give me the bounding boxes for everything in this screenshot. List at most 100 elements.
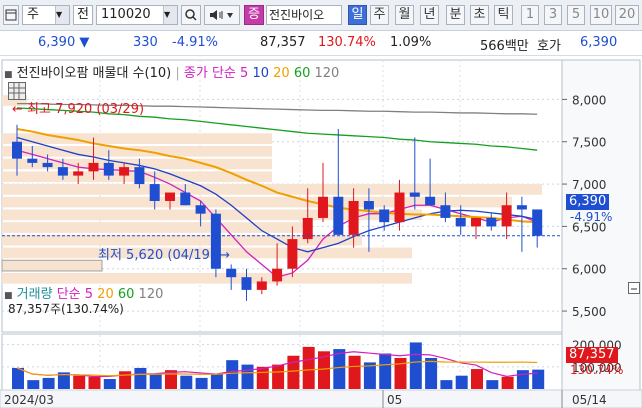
current-volume-pct-marker: 130.74% [570,363,624,377]
candle-body [318,196,328,218]
low-price-label: 최저 5,620 (04/19) → [98,248,231,263]
volume-bar [455,375,468,389]
period-month-button[interactable]: 월 [395,5,414,25]
interval-20-button[interactable]: 20 [615,5,639,25]
volume-bar [425,357,438,389]
volume-bar [88,376,101,389]
candle-body [73,171,84,176]
candle-body [394,192,405,223]
speaker-icon[interactable] [204,5,240,25]
volume-profile-band [2,196,512,208]
volume-bar [287,355,300,389]
mode-button[interactable]: 전 [73,5,93,25]
interval-1-button[interactable]: 1 [521,5,539,25]
period-year-button[interactable]: 년 [420,5,439,25]
ma20-label[interactable]: 20 [273,66,290,81]
market-type-select[interactable]: 주 ▼ [22,5,70,25]
volume-bar [379,353,392,389]
price-change-pct: -4.91% [172,35,218,50]
candle-body [440,205,451,218]
related-button[interactable]: 증 [244,5,264,25]
candle-body [455,217,466,227]
chevron-down-icon: ▼ [55,6,69,24]
volume-bar [103,379,116,389]
volume-bar [409,342,422,389]
candle-body [27,158,38,163]
volume-profile-band [2,222,302,233]
candle-body [134,167,145,185]
candle-body [241,277,252,290]
volume-bar [302,346,315,389]
candle-body [119,167,130,176]
price-panel-legend: ■ 전진바이오팜 매물대 수(10) | 종가 단순 5 10 20 60 12… [4,62,339,81]
period-minute-button[interactable]: 분 [446,5,465,25]
current-price: 6,390 ▼ [38,35,90,50]
period-week-button[interactable]: 주 [370,5,389,25]
legend-divider: | [175,66,180,81]
volume-bar [272,364,285,389]
ma10-label[interactable]: 10 [252,66,269,81]
volume-summary: 87,357주(130.74%) [8,302,124,316]
panel-square-icon: ■ [4,70,13,80]
candle-body [195,205,206,214]
volume-bar [195,377,208,389]
turnover-rate: 1.09% [390,35,432,50]
candle-body [287,239,298,269]
volume-bar [501,376,514,389]
candle-body [425,196,436,206]
interval-3-button[interactable]: 3 [544,5,562,25]
candle-body [88,162,99,172]
current-volume-marker: 87,357 [566,347,618,363]
volume-bar [516,370,529,389]
quote-price: 6,390 [580,35,618,50]
search-icon[interactable] [181,5,201,25]
current-price-marker: 6,390 [566,194,610,210]
volume-bar [119,371,132,389]
date-label-mid: 05 [387,393,402,407]
window-icon[interactable] [3,5,19,25]
candle-body [379,209,390,223]
quote-info-bar: 6,390 ▼ 330 -4.91% 87,357 130.74% 1.09% … [0,31,642,56]
ma120-label[interactable]: 120 [315,66,340,81]
panel-collapse-icon[interactable] [628,282,640,294]
code-input[interactable]: 110020 ▼ [96,5,178,25]
period-tick-button[interactable]: 틱 [494,5,513,25]
trade-amount: 566백만 [480,39,529,54]
price-panel-title[interactable]: 전진바이오팜 매물대 수(10) [17,66,172,81]
candle-body [471,217,481,227]
ma-label: 종가 단순 5 [184,66,248,81]
volume-bar [440,380,453,389]
stock-name-field[interactable]: 전진바이오 [266,5,342,25]
ma60-label[interactable]: 60 [294,66,311,81]
volume-bar [149,373,162,389]
interval-5-button[interactable]: 5 [567,5,585,25]
market-type-label: 주 [27,7,39,22]
chevron-down-icon: ▼ [163,6,177,24]
volume-profile-band [2,145,272,157]
volume-bar [73,375,86,389]
vol-ma120-label[interactable]: 120 [139,287,164,302]
period-second-button[interactable]: 초 [470,5,489,25]
ma5-label[interactable]: 5 [240,66,248,81]
candle-body [272,268,283,282]
candle-body [348,201,359,235]
ma-label-text: 종가 단순 [183,66,236,81]
price-tick-label: 7,000 [572,178,606,192]
volume-bar [180,375,193,389]
interval-10-button[interactable]: 10 [590,5,612,25]
period-day-button[interactable]: 일 [348,5,367,25]
high-price-label: ← 최고 7,920 (03/29) [12,102,145,117]
volume-bar [226,360,239,389]
price-tick-label: 6,000 [572,263,606,277]
date-axis [0,389,642,408]
volume-bar [486,380,499,389]
volume-bar [210,373,223,389]
candle-body [226,268,237,278]
candle-body [42,162,53,168]
volume-bar [532,369,545,389]
candle-body [486,217,497,227]
candle-body [409,192,420,197]
candle-body [501,205,512,227]
candle-body [532,209,543,236]
volume-bar [241,364,254,389]
